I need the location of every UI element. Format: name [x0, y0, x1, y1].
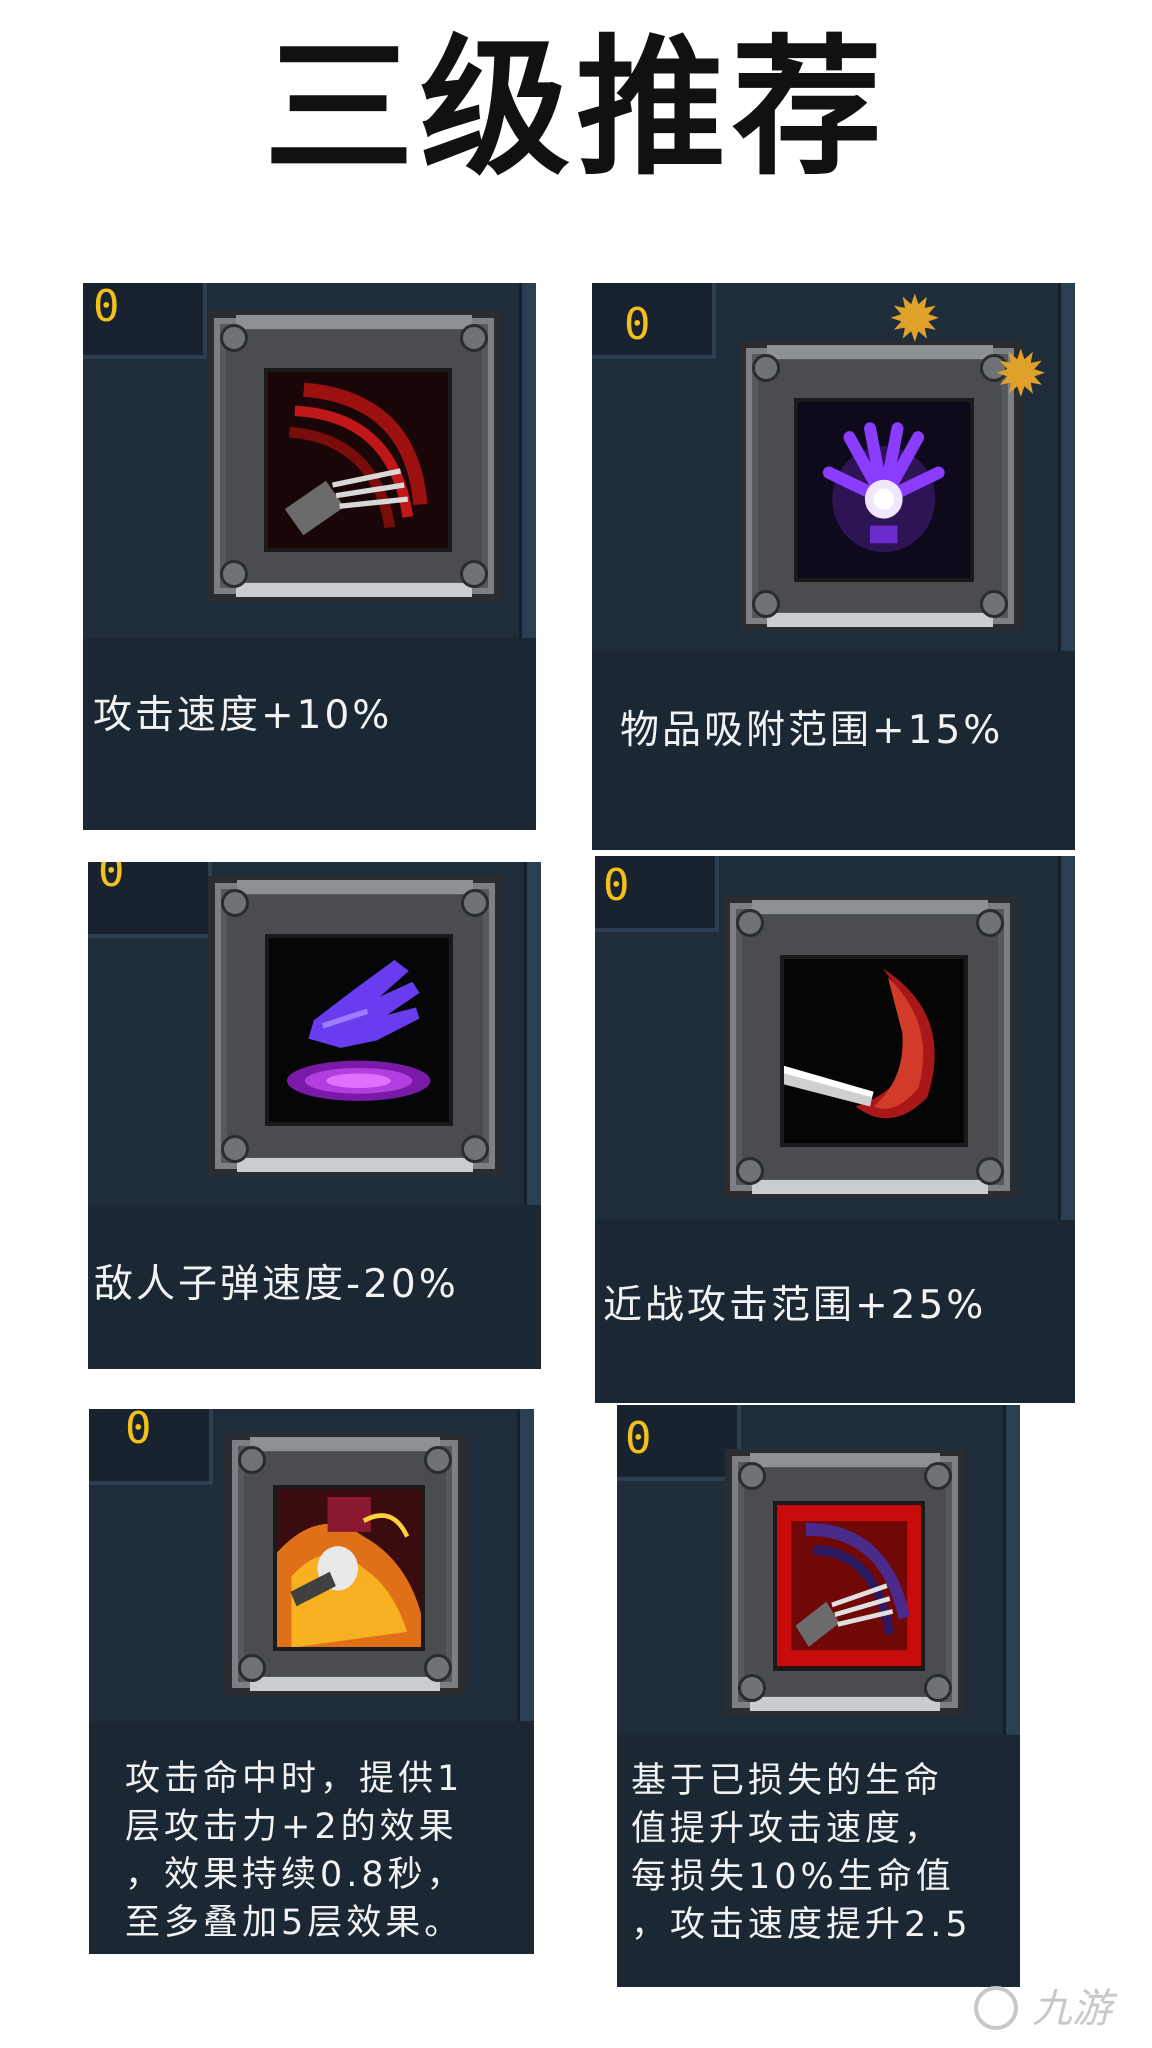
upgrade-card-enemy-bullet-speed[interactable]: 0 敌人子弹速度-20% — [88, 862, 541, 1369]
watermark-text: 九游 — [1032, 1986, 1112, 2032]
icon-frame — [723, 896, 1017, 1198]
level-counter: 0 — [125, 1409, 152, 1454]
page-title: 三级推荐 — [263, 22, 888, 196]
claw-slash-icon — [264, 367, 452, 553]
card-description: 攻击速度+10% — [93, 693, 393, 738]
upgrade-card-hit-attack-buff[interactable]: 0 攻击命中时，提供1 层攻击力+2的效果 ，效果持续0.8秒， 至多叠加5层效… — [89, 1409, 534, 1954]
card-description: 基于已损失的生命 值提升攻击速度， 每损失10%生命值 ，攻击速度提升2.5 — [631, 1761, 972, 1945]
icon-frame — [725, 1449, 965, 1715]
upgrade-card-pickup-range[interactable]: 0 ✹ ✹ 物品吸附范围+15% — [592, 283, 1075, 850]
card-corner — [592, 283, 716, 359]
purple-glove-icon — [265, 934, 453, 1126]
jiuyou-logo-icon — [974, 1986, 1018, 2030]
upgrade-card-missing-hp-attack-speed[interactable]: 0 基于已损失的生命 值提升攻击速度， 每损失10%生命值 ，攻击速度提升2.5 — [617, 1405, 1020, 1987]
magnet-hand-icon — [794, 397, 974, 583]
icon-frame — [225, 1433, 465, 1695]
level-counter: 0 — [93, 283, 120, 332]
level-counter: 0 — [603, 860, 630, 911]
card-description: 近战攻击范围+25% — [603, 1283, 987, 1328]
card-description: 物品吸附范围+15% — [620, 708, 1004, 753]
icon-frame — [739, 341, 1021, 631]
level-counter: 0 — [625, 1413, 652, 1464]
level-counter: 0 — [98, 862, 125, 897]
upgrade-card-melee-range[interactable]: 0 近战攻击范围+25% — [595, 856, 1075, 1403]
upgrade-card-attack-speed[interactable]: 0 攻击速度+10% — [83, 283, 536, 830]
card-description: 敌人子弹速度-20% — [94, 1262, 459, 1307]
flaming-fist-icon — [272, 1484, 426, 1652]
card-description: 攻击命中时，提供1 层攻击力+2的效果 ，效果持续0.8秒， 至多叠加5层效果。 — [125, 1759, 466, 1943]
gear-icon: ✹ — [994, 338, 1048, 412]
red-claw-icon — [772, 1501, 926, 1671]
level-counter: 0 — [624, 299, 651, 350]
gear-icon: ✹ — [888, 283, 942, 357]
icon-frame — [208, 876, 502, 1176]
blade-arc-icon — [780, 954, 968, 1148]
icon-frame — [207, 311, 501, 601]
